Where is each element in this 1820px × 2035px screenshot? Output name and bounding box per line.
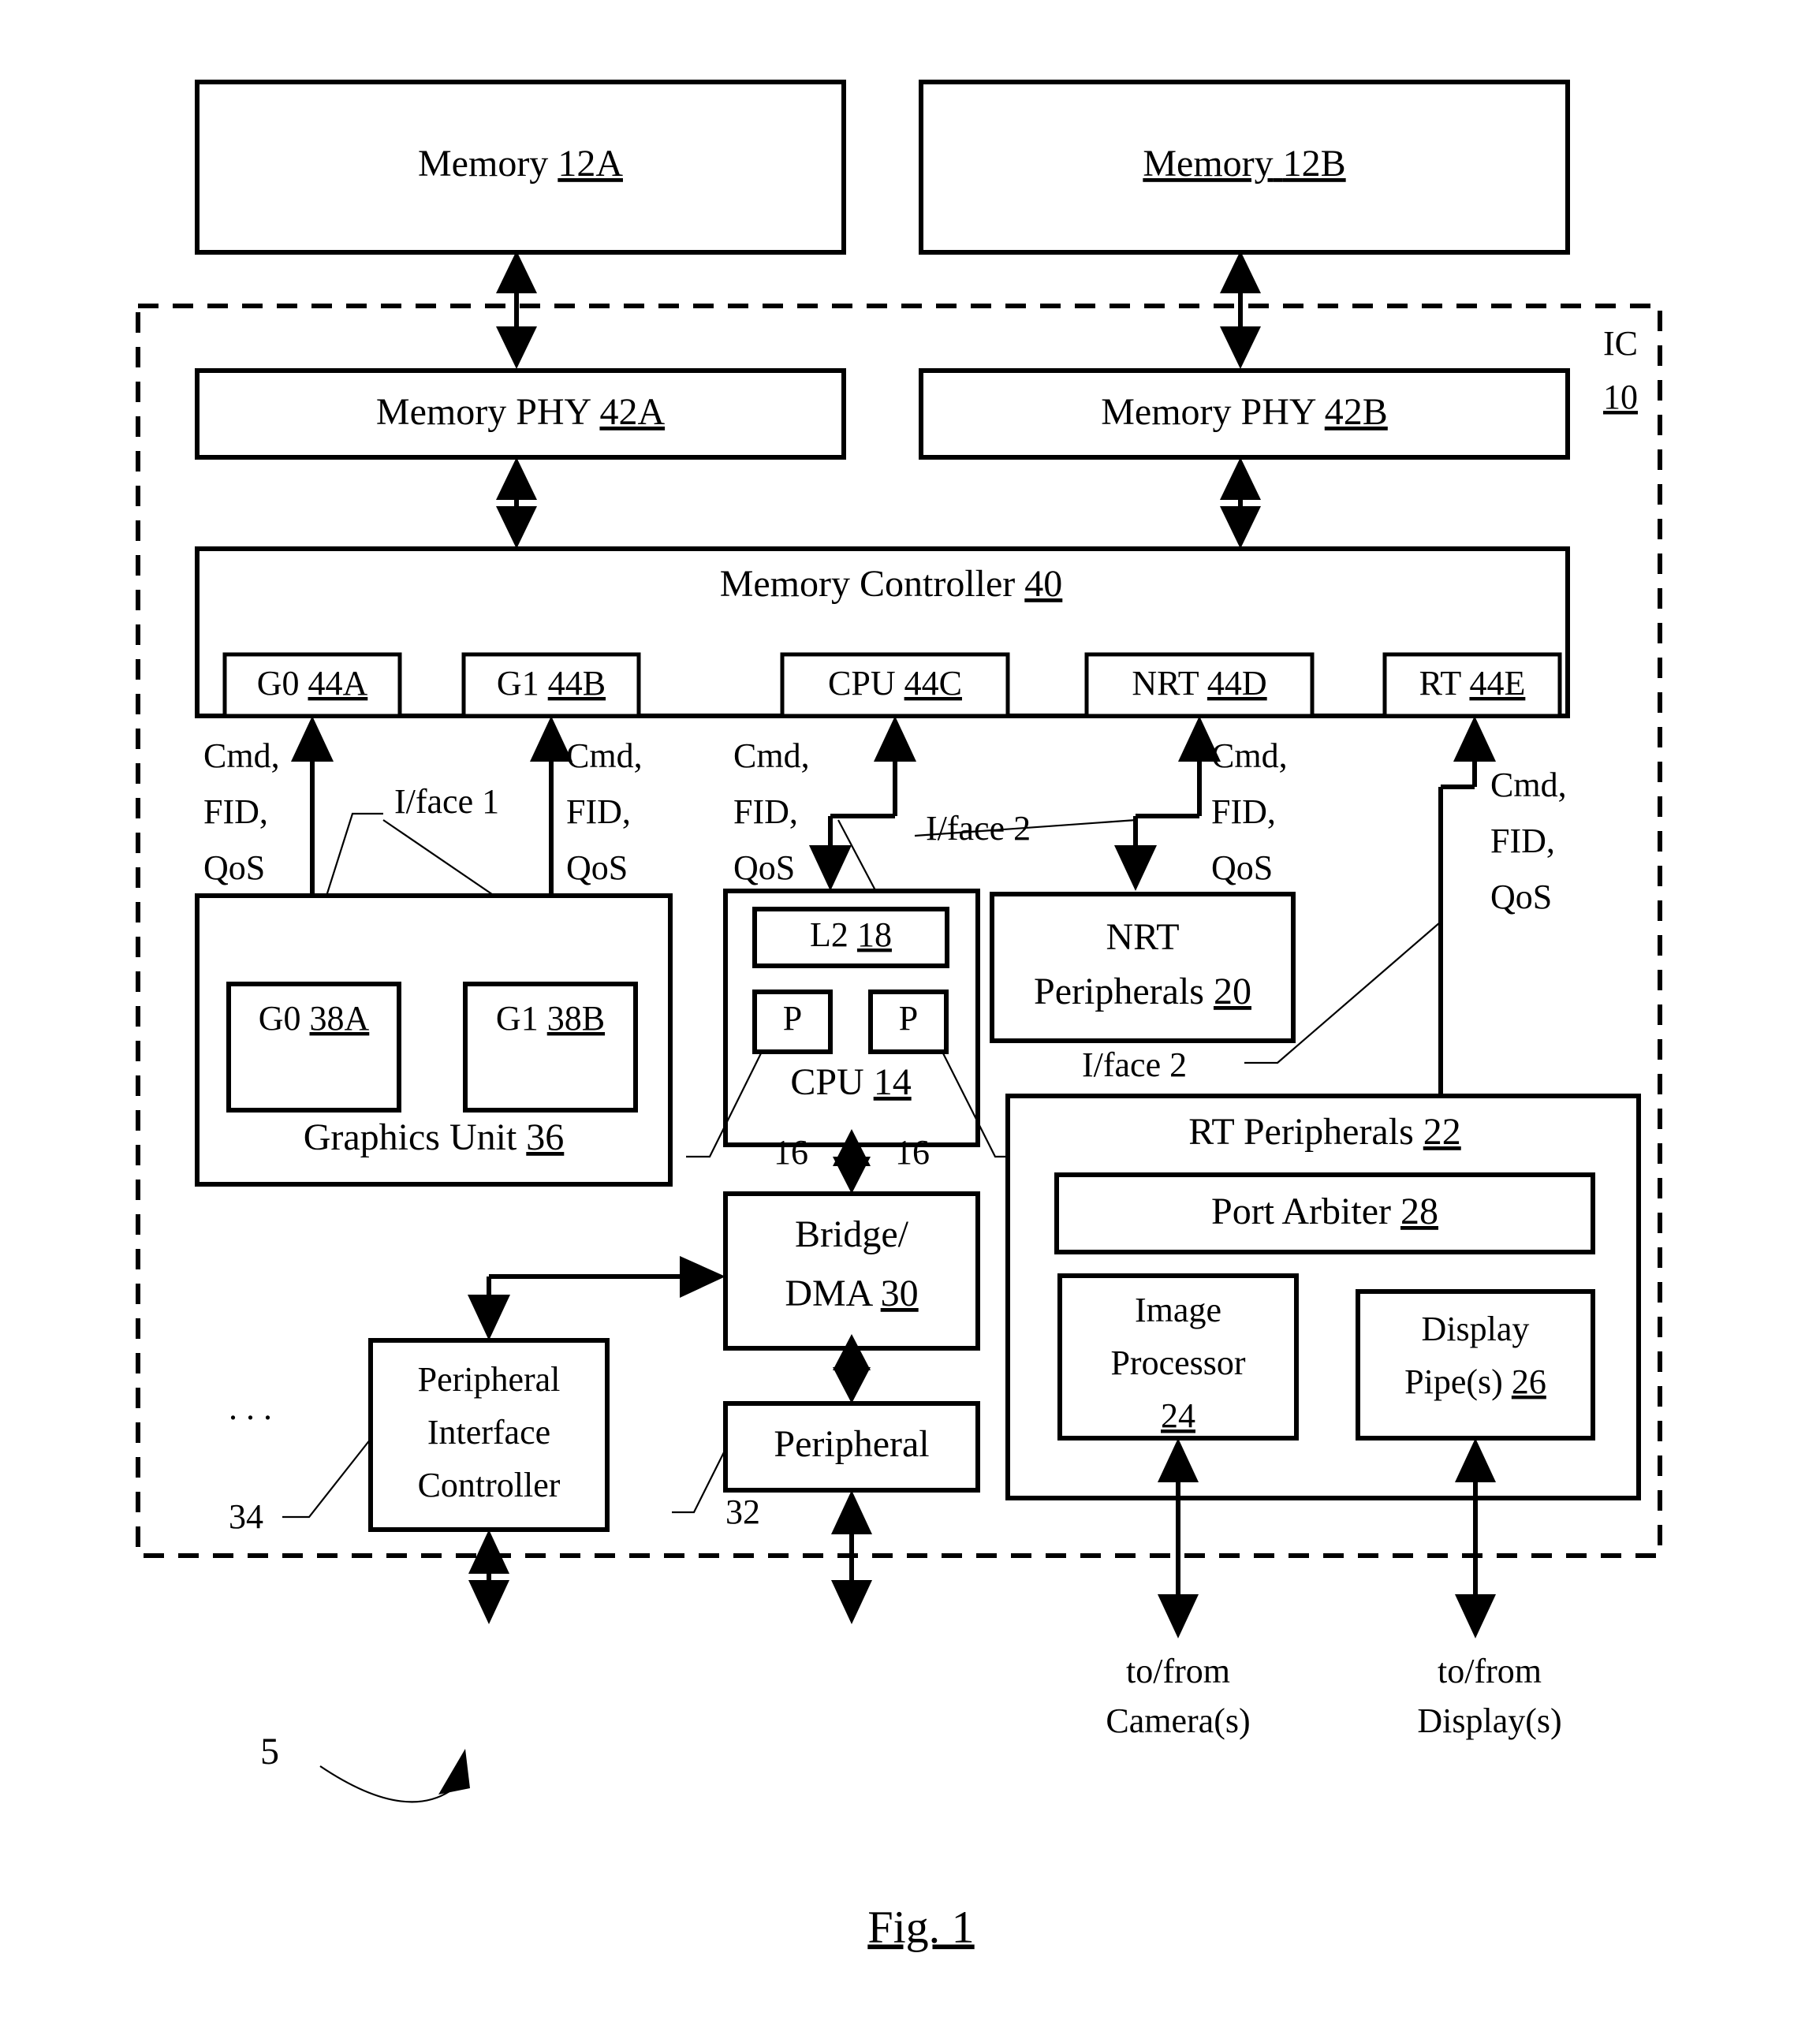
iface-2-lower-label: I/face 2	[1082, 1045, 1187, 1084]
iface-2-upper-label: I/face 2	[926, 809, 1031, 848]
svg-text:QoS: QoS	[1211, 848, 1273, 887]
bridge-dma-line2: DMA 30	[785, 1273, 918, 1314]
port-nrt-44d-label: NRT 44D	[1132, 664, 1266, 703]
graphics-unit-label: Graphics Unit 36	[304, 1116, 565, 1158]
display-pipes-line1: Display	[1422, 1310, 1530, 1348]
svg-text:QoS: QoS	[566, 848, 628, 887]
peripheral-ref-leader	[672, 1448, 726, 1514]
cpu-core-p1-label: P	[899, 999, 918, 1038]
port-arbiter-label: Port Arbiter 28	[1211, 1191, 1438, 1232]
svg-text:QoS: QoS	[1490, 878, 1552, 916]
bridge-dma-line1: Bridge/	[795, 1213, 909, 1255]
port-cpu-44c-label: CPU 44C	[828, 664, 962, 703]
svg-text:FID,: FID,	[1490, 822, 1555, 860]
peripheral-external-connector	[831, 1490, 872, 1624]
svg-text:FID,: FID,	[203, 792, 268, 831]
svg-text:QoS: QoS	[203, 848, 265, 887]
bridge-to-pic-connector	[468, 1256, 725, 1340]
ic-ref-label: 10	[1603, 378, 1638, 416]
memory-12a-to-phy-connector	[496, 251, 537, 369]
patent-figure-svg: Memory 12A Memory 12B IC 10 Memory PHY 4…	[136, 80, 1662, 1952]
svg-text:Cmd,: Cmd,	[566, 736, 643, 775]
graphics-engine-g1-label: G1 38B	[496, 999, 605, 1038]
svg-text:QoS: QoS	[733, 848, 795, 887]
svg-text:Cmd,: Cmd,	[733, 736, 810, 775]
svg-text:FID,: FID,	[566, 792, 631, 831]
cpu-core-p0-label: P	[783, 999, 802, 1038]
nrt-port-iface2-connector	[1114, 716, 1221, 891]
svg-text:Cmd,: Cmd,	[203, 736, 280, 775]
rt-peripherals-label: RT Peripherals 22	[1188, 1111, 1461, 1153]
peripheral-label: Peripheral	[774, 1423, 929, 1465]
peripheral-ref-label: 32	[725, 1493, 760, 1531]
memory-phy-42b-label: Memory PHY 42B	[1101, 391, 1388, 433]
graphics-engine-g0-label: G0 38A	[259, 999, 370, 1038]
display-io-line1: to/from	[1438, 1652, 1542, 1690]
cpu-core-ref-1: 16	[895, 1133, 930, 1172]
ic-label: IC	[1603, 324, 1638, 363]
camera-io-line2: Camera(s)	[1106, 1701, 1250, 1740]
pic-line1: Peripheral	[418, 1360, 561, 1399]
signal-label-rt: Cmd, FID, QoS	[1490, 766, 1567, 916]
system-ref-curve	[319, 1765, 450, 1803]
svg-text:FID,: FID,	[1211, 792, 1276, 831]
memory-12b-to-phy-connector	[1220, 251, 1261, 369]
system-ref-label: 5	[260, 1731, 279, 1772]
pic-ref-leader	[282, 1438, 371, 1519]
memory-controller-label: Memory Controller 40	[720, 563, 1063, 605]
display-io-line2: Display(s)	[1417, 1701, 1561, 1740]
figure-page: Memory 12A Memory 12B IC 10 Memory PHY 4…	[0, 0, 1820, 2035]
nrt-peripherals-line1: NRT	[1106, 916, 1179, 958]
cpu-core-ref-0: 16	[774, 1133, 808, 1172]
image-processor-ref: 24	[1161, 1396, 1195, 1435]
image-processor-line1: Image	[1135, 1291, 1221, 1329]
svg-text:FID,: FID,	[733, 792, 798, 831]
pic-ellipsis: . . .	[229, 1388, 272, 1427]
memory-12a-label: Memory 12A	[418, 143, 623, 184]
pic-line2: Interface	[427, 1413, 550, 1452]
signal-label-cpu: Cmd, FID, QoS	[733, 736, 810, 887]
camera-io-line1: to/from	[1126, 1652, 1230, 1690]
cpu-label: CPU 14	[790, 1061, 911, 1103]
memory-phy-42a-label: Memory PHY 42A	[376, 391, 666, 433]
svg-text:Cmd,: Cmd,	[1211, 736, 1288, 775]
signal-label-nrt: Cmd, FID, QoS	[1211, 736, 1288, 887]
port-g1-44b-label: G1 44B	[497, 664, 606, 703]
l2-cache-label: L2 18	[810, 915, 892, 954]
memory-12b-label: Memory 12B	[1143, 143, 1345, 184]
figure-caption: Fig. 1	[867, 1901, 974, 1952]
port-g0-44a-label: G0 44A	[257, 664, 368, 703]
pic-ref-label: 34	[229, 1497, 263, 1536]
image-processor-line2: Processor	[1110, 1344, 1245, 1382]
phy-42a-to-controller-connector	[496, 457, 537, 549]
svg-text:Cmd,: Cmd,	[1490, 766, 1567, 804]
pic-external-connector	[468, 1530, 509, 1624]
pic-line3: Controller	[418, 1466, 561, 1504]
iface-1-label: I/face 1	[394, 782, 499, 821]
port-rt-44e-label: RT 44E	[1419, 664, 1526, 703]
signal-label-g1: Cmd, FID, QoS	[566, 736, 643, 887]
signal-label-g0: Cmd, FID, QoS	[203, 736, 280, 887]
display-pipes-line2: Pipe(s) 26	[1404, 1362, 1546, 1401]
phy-42b-to-controller-connector	[1220, 457, 1261, 549]
nrt-peripherals-line2: Peripherals 20	[1034, 971, 1251, 1012]
system-ref-arrowhead	[438, 1749, 470, 1795]
